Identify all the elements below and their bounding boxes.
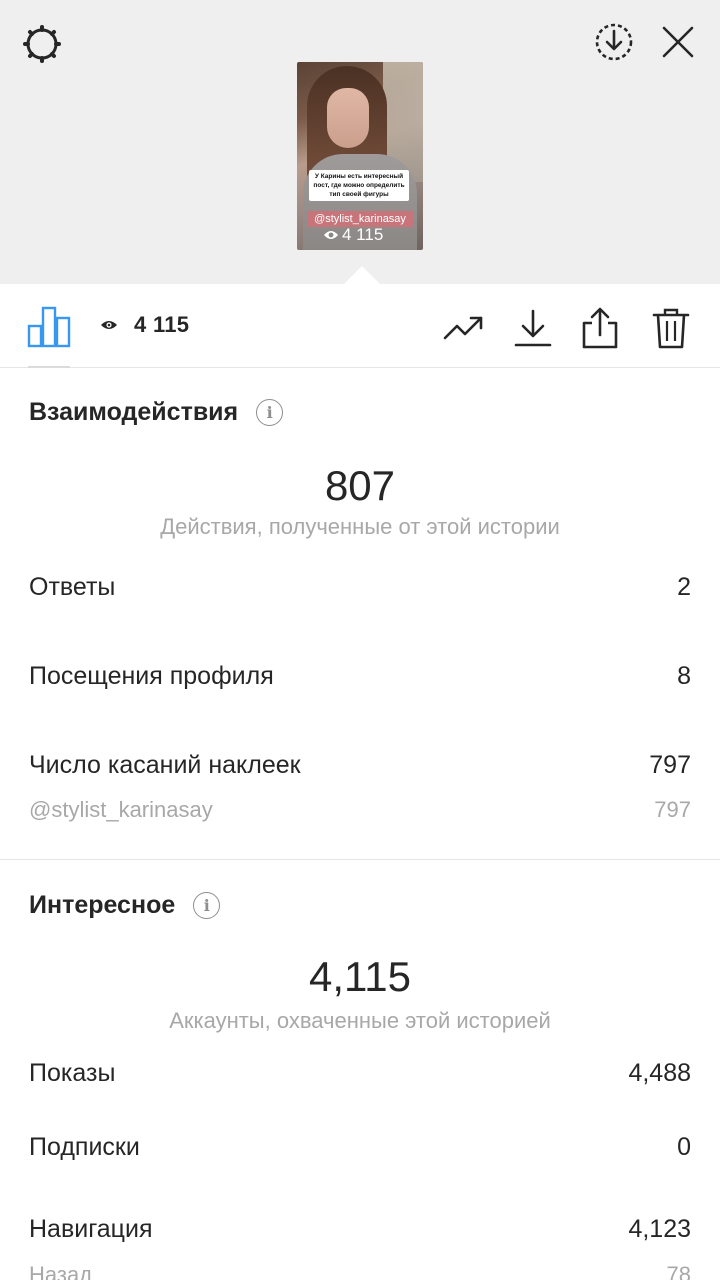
eye-icon (101, 321, 117, 329)
thumbnail-pointer (344, 266, 380, 284)
row-value: 4,488 (628, 1059, 691, 1087)
download-button[interactable] (511, 306, 555, 350)
download-icon (514, 309, 552, 347)
settings-button[interactable] (18, 20, 66, 68)
discovery-heading: Интересное i (29, 891, 221, 920)
eye-icon (324, 231, 338, 239)
discovery-total-label: Аккаунты, охваченные этой историей (169, 1008, 551, 1033)
bar-chart-icon (27, 306, 71, 348)
row-value: 2 (677, 573, 691, 601)
story-views-label: 4 115 (342, 225, 384, 244)
sticker-mention-row: @stylist_karinasay 797 (29, 797, 691, 823)
close-icon (662, 26, 694, 58)
row-value: 8 (677, 662, 691, 690)
download-circle-icon (595, 23, 633, 61)
interactions-total: 807 (324, 462, 396, 509)
navigation-back-row: Назад 78 (29, 1262, 691, 1280)
row-value: 0 (677, 1133, 691, 1161)
info-icon[interactable]: i (193, 892, 221, 919)
row-label: Показы (29, 1059, 116, 1087)
discovery-title: Интересное (29, 891, 176, 919)
share-icon (582, 307, 618, 349)
row-sublabel: Назад (29, 1262, 93, 1280)
discovery-total: 4,115 (309, 953, 411, 1000)
story-caption: У Карины есть интересный пост, где можно… (309, 170, 409, 201)
story-preview-area: У Карины есть интересный пост, где можно… (0, 0, 720, 284)
row-value: 797 (649, 751, 691, 779)
gear-icon (23, 25, 61, 63)
tab-underline (28, 366, 70, 368)
follows-row: Подписки 0 (29, 1133, 691, 1162)
impressions-row: Показы 4,488 (29, 1059, 691, 1088)
sticker-taps-row: Число касаний наклеек 797 (29, 751, 691, 780)
interactions-title: Взаимодействия (29, 398, 239, 426)
story-view-count: 4 115 (323, 225, 383, 245)
profile-visits-row: Посещения профиля 8 (29, 662, 691, 691)
row-subvalue: 797 (654, 797, 691, 822)
share-button[interactable] (578, 306, 622, 350)
section-divider (0, 859, 720, 860)
row-value: 4,123 (628, 1215, 691, 1243)
interactions-heading: Взаимодействия i (29, 398, 284, 427)
row-label: Ответы (29, 573, 116, 601)
promote-button[interactable] (442, 306, 486, 350)
story-thumbnail[interactable]: У Карины есть интересный пост, где можно… (297, 62, 423, 250)
interactions-total-label: Действия, полученные от этой истории (160, 514, 560, 539)
delete-button[interactable] (649, 306, 693, 350)
save-story-button[interactable] (590, 18, 638, 66)
replies-row: Ответы 2 (29, 573, 691, 602)
trending-icon (443, 316, 483, 340)
row-subvalue: 78 (666, 1262, 691, 1280)
trash-icon (652, 308, 690, 349)
row-sublabel: @stylist_karinasay (29, 797, 213, 822)
info-icon[interactable]: i (256, 399, 284, 426)
insights-toolbar: 4 115 (0, 284, 720, 368)
navigation-row: Навигация 4,123 (29, 1215, 691, 1244)
row-label: Число касаний наклеек (29, 751, 301, 779)
row-label: Подписки (29, 1133, 140, 1161)
close-button[interactable] (654, 18, 702, 66)
row-label: Навигация (29, 1215, 153, 1243)
viewers-count-label: 4 115 (134, 312, 190, 337)
story-photo-face (327, 88, 369, 148)
insights-tab[interactable] (26, 302, 72, 348)
row-label: Посещения профиля (29, 662, 274, 690)
viewers-count[interactable]: 4 115 (100, 312, 189, 338)
